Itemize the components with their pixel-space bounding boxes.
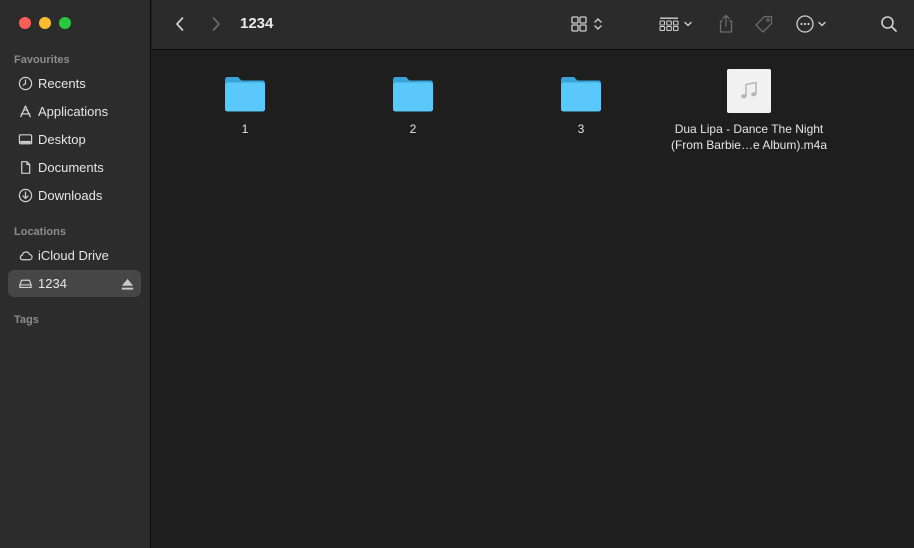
forward-button[interactable] xyxy=(206,13,226,35)
share-icon xyxy=(719,14,733,33)
sidebar-item-label: Recents xyxy=(38,76,86,91)
sidebar-item-label: Applications xyxy=(38,104,109,119)
sidebar-item-label: 1234 xyxy=(38,276,67,291)
sidebar-item-icloud-drive[interactable]: iCloud Drive xyxy=(8,242,141,269)
sidebar-item-recents[interactable]: Recents xyxy=(8,70,141,97)
folder-item-3[interactable]: 3 xyxy=(496,65,666,137)
grid-view-icon xyxy=(571,16,602,32)
sidebar-item-label: iCloud Drive xyxy=(38,248,109,263)
close-window-button[interactable] xyxy=(19,17,31,29)
group-by-button[interactable] xyxy=(658,13,696,35)
ellipsis-circle-icon xyxy=(796,15,826,33)
desktop-icon xyxy=(17,132,33,148)
sidebar-item-1234[interactable]: 1234 xyxy=(8,270,141,297)
folder-item-2[interactable]: 2 xyxy=(328,65,498,137)
sidebar: Favourites Recents Applications Desktop … xyxy=(0,0,151,548)
back-button[interactable] xyxy=(170,13,190,35)
toolbar: 1234 xyxy=(152,0,914,50)
audio-file-item[interactable]: Dua Lipa - Dance The Night (From Barbie…… xyxy=(664,65,834,153)
sidebar-item-label: Documents xyxy=(38,160,104,175)
group-icon xyxy=(659,17,692,32)
document-icon xyxy=(17,160,33,176)
download-icon xyxy=(17,188,33,204)
sidebar-item-desktop[interactable]: Desktop xyxy=(8,126,141,153)
favourites-section-title: Favourites xyxy=(14,54,70,66)
window-controls xyxy=(19,17,71,29)
item-label: 3 xyxy=(577,122,585,136)
drive-icon xyxy=(17,276,33,292)
sidebar-item-applications[interactable]: Applications xyxy=(8,98,141,125)
eject-icon[interactable] xyxy=(120,277,134,290)
item-label: 1 xyxy=(241,122,249,136)
search-button[interactable] xyxy=(878,13,900,35)
item-label-line-1: Dua Lipa - Dance The Night xyxy=(674,122,824,136)
chevron-left-icon xyxy=(176,17,184,31)
cloud-icon xyxy=(17,248,33,264)
tags-section-title: Tags xyxy=(14,314,39,326)
share-button[interactable] xyxy=(714,13,738,35)
tag-button[interactable] xyxy=(752,13,776,35)
chevron-right-icon xyxy=(212,17,220,31)
folder-item-1[interactable]: 1 xyxy=(160,65,330,137)
folder-icon xyxy=(393,77,433,112)
audio-file-thumbnail xyxy=(727,69,771,113)
locations-section-title: Locations xyxy=(14,226,66,238)
applications-icon xyxy=(17,104,33,120)
file-browser-content: 1 2 3 Dua Lipa - Dance The Night (From B… xyxy=(152,51,914,548)
item-label: Dua Lipa - Dance The Night (From Barbie…… xyxy=(671,121,827,153)
more-actions-button[interactable] xyxy=(794,13,832,35)
sidebar-item-label: Desktop xyxy=(38,132,86,147)
item-label: 2 xyxy=(409,122,417,136)
view-options-button[interactable] xyxy=(570,13,608,35)
sidebar-item-label: Downloads xyxy=(38,188,103,203)
window-title: 1234 xyxy=(240,15,274,32)
finder-window: Favourites Recents Applications Desktop … xyxy=(0,0,914,548)
folder-icon xyxy=(561,77,601,112)
sidebar-item-downloads[interactable]: Downloads xyxy=(8,182,141,209)
music-note-icon xyxy=(741,81,757,99)
item-label-line-2: (From Barbie…e Album).m4a xyxy=(670,138,828,152)
zoom-window-button[interactable] xyxy=(59,17,71,29)
search-icon xyxy=(881,16,897,32)
tag-icon xyxy=(755,15,773,33)
folder-icon xyxy=(225,77,265,112)
minimize-window-button[interactable] xyxy=(39,17,51,29)
sidebar-item-documents[interactable]: Documents xyxy=(8,154,141,181)
clock-icon xyxy=(17,76,33,92)
